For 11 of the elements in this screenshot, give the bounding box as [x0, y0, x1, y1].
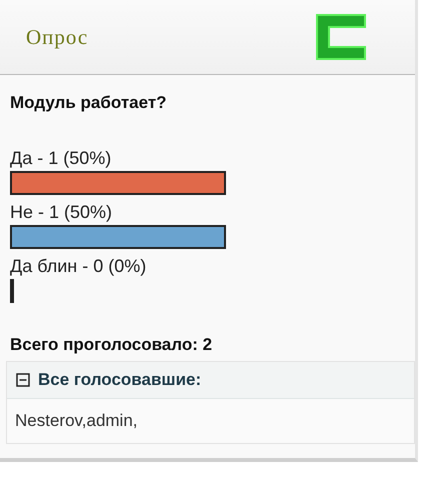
poll-question: Модуль работает?: [10, 93, 168, 113]
vote-total: Всего проголосовало: 2: [10, 335, 214, 355]
panel-title: Опрос: [26, 24, 88, 50]
voter-names: Nesterov,admin,: [14, 410, 139, 432]
option-result: Да блин - 0 (0%): [10, 255, 148, 277]
voters-header[interactable]: Все голосовавшие:: [7, 362, 414, 399]
option-result: Да - 1 (50%): [10, 147, 112, 169]
voters-title: Все голосовавшие:: [38, 370, 202, 390]
bracket-icon: [315, 13, 367, 61]
collapse-icon[interactable]: [16, 373, 30, 387]
option-result: Не - 1 (50%): [10, 201, 114, 223]
